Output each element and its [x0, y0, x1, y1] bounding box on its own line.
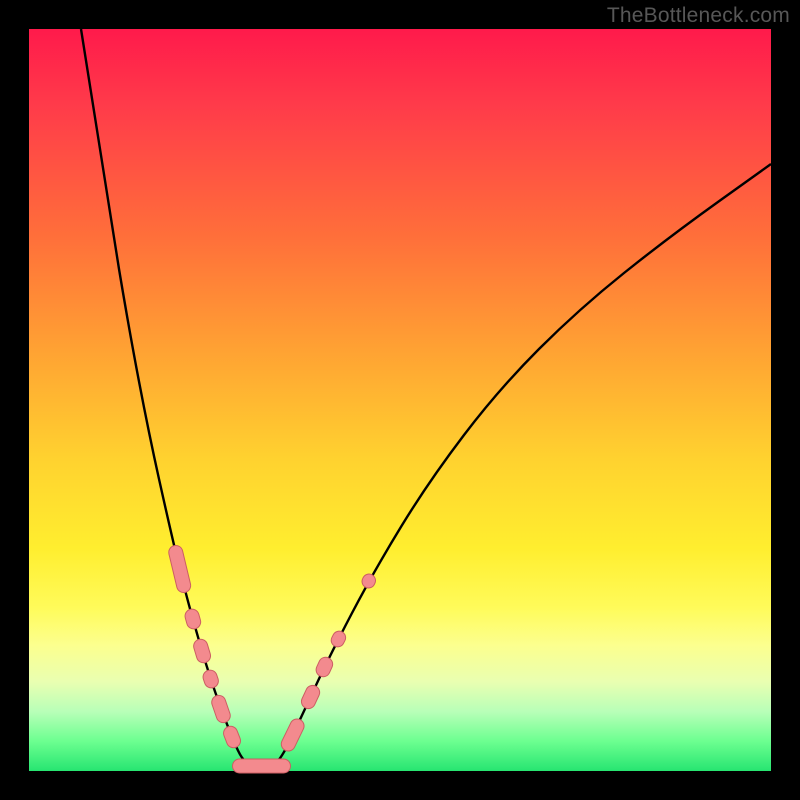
bead-group [167, 544, 377, 773]
curve-bead [167, 544, 192, 594]
curve-bead [299, 683, 322, 711]
curve-bead [314, 655, 335, 679]
curve-bead [329, 629, 348, 649]
curve-bead [201, 668, 220, 690]
watermark-text: TheBottleneck.com [607, 4, 790, 28]
curve-bead [183, 607, 202, 630]
curve-layer [29, 29, 771, 771]
curve-bead [210, 693, 232, 724]
curve-bead [221, 724, 242, 750]
curve-bead [360, 572, 378, 590]
plot-area [29, 29, 771, 771]
curve-bead [233, 759, 291, 773]
curve-bead [279, 717, 306, 754]
chart-frame: TheBottleneck.com [0, 0, 800, 800]
bottleneck-curve [81, 29, 771, 768]
curve-bead [192, 637, 212, 664]
